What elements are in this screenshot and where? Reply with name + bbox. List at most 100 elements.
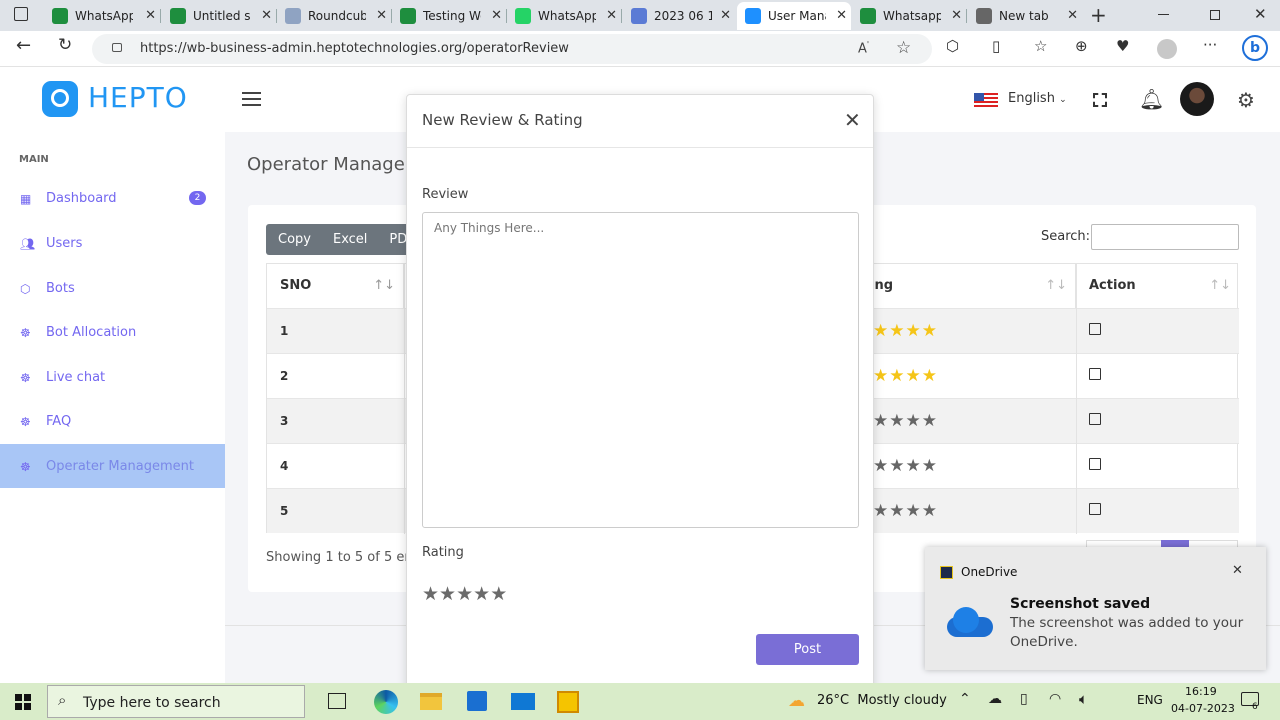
browser-tab[interactable]: Untitled sp ✕ <box>162 2 276 30</box>
volume-icon[interactable]: 🔈︎ <box>1079 690 1088 708</box>
browser-tab[interactable]: Whatsapp ✕ <box>852 2 966 30</box>
clock-time[interactable]: 16:19 <box>1185 685 1217 698</box>
sidebar-item[interactable]: ▦ Dashboard 2 <box>0 176 225 220</box>
close-window-button[interactable]: ✕ <box>1254 5 1267 23</box>
rating-stars[interactable]: ★★★★★ <box>422 583 507 605</box>
profile-avatar[interactable] <box>1157 39 1177 59</box>
rating-stars: ★★★★ <box>873 456 938 476</box>
rating-star-icon[interactable]: ★ <box>422 583 439 605</box>
url-text[interactable]: https://wb-business-admin.heptotechnolog… <box>140 41 569 56</box>
sheets-icon <box>170 8 186 24</box>
edit-icon[interactable] <box>1089 323 1101 335</box>
browser-tab[interactable]: 2023 06 13 ✕ <box>623 2 735 30</box>
clock-date[interactable]: 04-07-2023 <box>1171 702 1235 715</box>
column-header-rating[interactable]: ing ↑↓ <box>857 264 1076 308</box>
menu-toggle-icon[interactable] <box>242 92 261 106</box>
tab-actions-icon[interactable] <box>14 7 28 21</box>
review-modal: New Review & Rating ✕ Review Rating ★★★★… <box>406 94 874 694</box>
restore-button[interactable] <box>1210 10 1220 20</box>
sidebar-item[interactable]: ⬡ Bots <box>0 266 225 310</box>
fullscreen-icon[interactable] <box>1093 93 1107 107</box>
mail-icon[interactable] <box>511 693 535 710</box>
close-tab-icon[interactable]: ✕ <box>145 8 156 23</box>
column-header-action[interactable]: Action ↑↓ <box>1076 264 1239 308</box>
favorites-icon[interactable]: ☆ <box>1034 37 1047 55</box>
modal-close-icon[interactable]: ✕ <box>844 108 861 132</box>
edit-icon[interactable] <box>1089 503 1101 515</box>
notification-count: 6 <box>1252 702 1258 712</box>
edge-icon[interactable] <box>374 690 398 714</box>
read-aloud-icon[interactable]: A' <box>858 40 869 56</box>
copy-button[interactable]: Copy <box>278 232 311 247</box>
edit-icon[interactable] <box>1089 458 1101 470</box>
reload-icon[interactable]: ↻ <box>58 35 72 55</box>
star-icon: ★ <box>921 411 938 431</box>
onedrive-toast[interactable]: OneDrive ✕ Screenshot saved The screensh… <box>925 547 1266 670</box>
pdf-icon <box>631 8 647 24</box>
close-tab-icon[interactable]: ✕ <box>491 8 502 23</box>
tab-title: Testing Wo <box>423 9 481 23</box>
new-tab-button[interactable]: + <box>1090 3 1107 27</box>
more-icon[interactable]: ··· <box>1203 36 1217 54</box>
weather-text[interactable]: 26°C Mostly cloudy <box>817 693 947 708</box>
excel-button[interactable]: Excel <box>333 232 367 247</box>
extensions-icon[interactable]: ⬡ <box>946 37 959 55</box>
store-icon[interactable] <box>467 691 487 711</box>
toast-close-icon[interactable]: ✕ <box>1232 563 1243 578</box>
close-tab-icon[interactable]: ✕ <box>720 8 731 23</box>
windows-start-icon[interactable] <box>15 694 31 710</box>
sidebar-item[interactable]: ☸ Operater Management <box>0 444 225 488</box>
us-flag-icon <box>974 93 998 108</box>
bing-icon[interactable]: b <box>1242 35 1268 61</box>
edit-icon[interactable] <box>1089 368 1101 380</box>
column-header-sno[interactable]: SNO ↑↓ <box>267 264 404 308</box>
close-tab-icon[interactable]: ✕ <box>261 8 272 23</box>
rating-star-icon[interactable]: ★ <box>490 583 507 605</box>
sticky-app-icon[interactable] <box>557 691 579 713</box>
close-tab-icon[interactable]: ✕ <box>951 8 962 23</box>
edit-icon[interactable] <box>1089 413 1101 425</box>
bell-icon[interactable]: 🔔︎ <box>1139 87 1164 111</box>
performance-icon[interactable]: ♥ <box>1116 37 1129 55</box>
review-textarea[interactable] <box>422 212 859 528</box>
minimize-button[interactable] <box>1158 14 1169 15</box>
rating-star-icon[interactable]: ★ <box>473 583 490 605</box>
favorite-star-icon[interactable]: ☆ <box>896 38 911 58</box>
language-indicator[interactable]: ENG <box>1137 693 1163 707</box>
close-tab-icon[interactable]: ✕ <box>836 8 847 23</box>
sidebar-item[interactable]: ☸ Bot Allocation <box>0 310 225 354</box>
close-tab-icon[interactable]: ✕ <box>606 8 617 23</box>
taskbar-search-box[interactable]: ⌕ Type here to search <box>47 685 305 718</box>
language-selector[interactable]: English ⌄ <box>1008 91 1067 106</box>
settings-gear-icon[interactable]: ⚙ <box>1237 88 1255 112</box>
omnibox[interactable]: https://wb-business-admin.heptotechnolog… <box>92 34 932 64</box>
post-button[interactable]: Post <box>756 634 859 665</box>
back-icon[interactable]: ← <box>16 35 31 56</box>
tray-device-icon[interactable]: ▯ <box>1020 691 1028 707</box>
rating-star-icon[interactable]: ★ <box>456 583 473 605</box>
browser-tab[interactable]: User Mana ✕ <box>737 2 851 30</box>
user-avatar[interactable] <box>1180 82 1214 116</box>
file-explorer-icon[interactable] <box>420 693 442 710</box>
browser-tab[interactable]: New tab ✕ <box>968 2 1082 30</box>
search-input[interactable] <box>1091 224 1239 250</box>
sidebar-item[interactable]: 👥︎ Users <box>0 221 225 265</box>
sidebar-item[interactable]: ☸ Live chat <box>0 355 225 399</box>
split-screen-icon[interactable]: ▯ <box>992 37 1000 55</box>
wifi-icon[interactable]: ◠ <box>1049 691 1061 707</box>
close-tab-icon[interactable]: ✕ <box>1067 8 1078 23</box>
browser-tab[interactable]: Roundcube ✕ <box>277 2 391 30</box>
browser-tab[interactable]: WhatsApp ✕ <box>507 2 621 30</box>
tray-chevron-icon[interactable]: ⌃ <box>959 691 971 707</box>
collections-icon[interactable]: ⊕ <box>1075 37 1088 55</box>
browser-tab[interactable]: WhatsApp ✕ <box>44 2 160 30</box>
rating-star-icon[interactable]: ★ <box>439 583 456 605</box>
close-tab-icon[interactable]: ✕ <box>376 8 387 23</box>
tab-title: WhatsApp <box>75 9 133 23</box>
browser-tab[interactable]: Testing Wo ✕ <box>392 2 506 30</box>
sidebar-item[interactable]: ☸ FAQ <box>0 399 225 443</box>
cell-sno: 2 <box>280 369 289 383</box>
newtab-icon <box>976 8 992 24</box>
tray-cloud-icon[interactable]: ☁ <box>988 691 1002 707</box>
task-view-icon[interactable] <box>328 693 346 709</box>
